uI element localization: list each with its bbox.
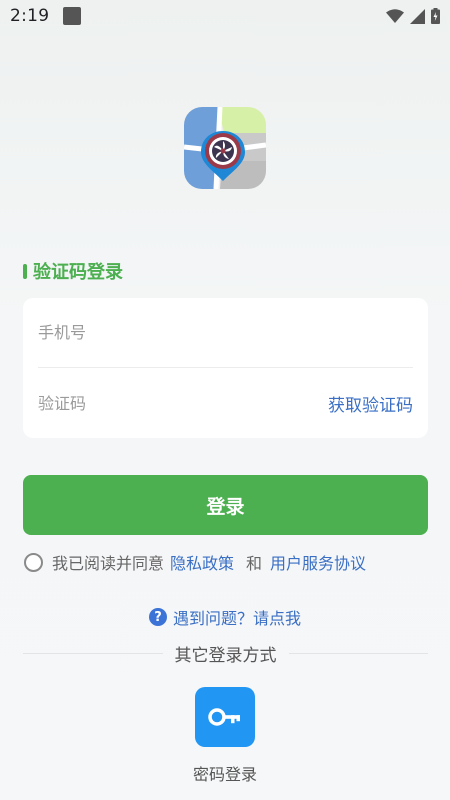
divider-line-right (288, 652, 428, 654)
login-form-card: 获取验证码 (23, 298, 428, 438)
map-location-logo-icon (184, 107, 266, 189)
other-login-divider: 其它登录方式 (23, 642, 428, 666)
wifi-icon (386, 9, 404, 23)
section-title: 验证码登录 (23, 258, 123, 284)
phone-input[interactable] (38, 312, 413, 353)
battery-icon (431, 8, 440, 24)
key-icon (208, 708, 240, 726)
password-login-label: 密码登录 (192, 765, 257, 784)
password-login-button[interactable] (195, 687, 255, 747)
get-code-button[interactable]: 获取验证码 (328, 391, 413, 416)
code-row: 获取验证码 (38, 368, 413, 438)
agreement-row: 我已阅读并同意 隐私政策 和 用户服务协议 (24, 551, 368, 573)
cell-signal-icon (410, 8, 425, 24)
terms-of-service-link[interactable]: 用户服务协议 (270, 550, 366, 574)
agreement-prefix: 我已阅读并同意 (52, 554, 165, 573)
phone-row (38, 298, 413, 368)
help-text: 遇到问题？请点我 (172, 609, 301, 628)
help-link[interactable]: ? 遇到问题？请点我 (0, 606, 450, 628)
agreement-and: 和 (246, 554, 263, 573)
other-login-title: 其它登录方式 (174, 645, 277, 666)
login-button[interactable]: 登录 (23, 475, 428, 535)
status-time: 2:19 (10, 6, 50, 26)
question-icon: ? (148, 608, 167, 626)
title-accent-bar (23, 263, 27, 279)
agreement-checkbox[interactable] (24, 552, 43, 572)
login-mode-title: 验证码登录 (33, 262, 123, 283)
divider-line-left (23, 652, 163, 654)
privacy-policy-link[interactable]: 隐私政策 (170, 550, 234, 574)
status-icons (386, 8, 440, 24)
verification-code-input[interactable] (38, 383, 328, 423)
status-bar: 2:19 (0, 0, 450, 32)
notification-square-icon (63, 7, 82, 25)
